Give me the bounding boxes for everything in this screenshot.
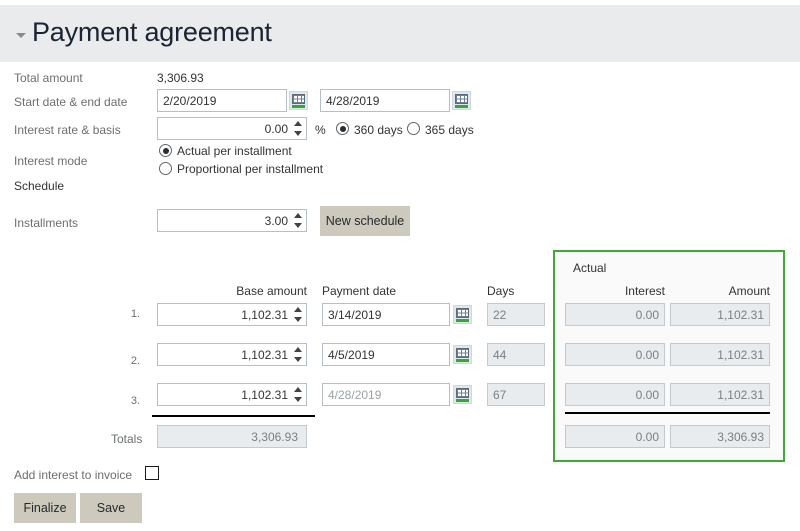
interest-rate-input[interactable] [157, 117, 307, 140]
totals-divider [152, 415, 315, 417]
days-value-3 [487, 383, 545, 406]
payment-date-calendar-icon-1[interactable] [453, 305, 472, 324]
installments-stepper[interactable] [293, 211, 304, 230]
table-row: 1. [130, 308, 140, 320]
actual-totals-interest [565, 425, 665, 448]
end-date-calendar-icon[interactable] [452, 91, 471, 110]
end-date-input[interactable] [320, 89, 450, 112]
actual-amount-3 [670, 383, 770, 406]
base-amount-stepper-3[interactable] [293, 385, 304, 404]
percent-symbol: % [315, 123, 326, 137]
caret-down-icon[interactable] [16, 33, 26, 38]
total-amount-label: Total amount [14, 71, 83, 85]
interest-rate-label: Interest rate & basis [14, 123, 121, 137]
actual-totals-divider [565, 412, 770, 414]
radio-mode-proportional[interactable] [159, 162, 172, 175]
payment-date-calendar-icon-2[interactable] [453, 345, 472, 364]
base-amount-input-1[interactable] [157, 303, 307, 326]
save-button[interactable]: Save [80, 493, 142, 523]
col-header-amount: Amount [728, 284, 770, 298]
add-interest-to-invoice-checkbox[interactable] [145, 466, 159, 480]
base-amount-input-3[interactable] [157, 383, 307, 406]
actual-amount-1 [670, 303, 770, 326]
col-header-payment-date: Payment date [322, 284, 397, 298]
actual-interest-1 [565, 303, 665, 326]
totals-value [157, 425, 307, 448]
schedule-section-label: Schedule [14, 179, 65, 193]
base-amount-stepper-1[interactable] [293, 305, 304, 324]
finalize-button[interactable]: Finalize [14, 493, 76, 523]
radio-basis-365[interactable] [407, 122, 420, 135]
start-date-calendar-icon[interactable] [289, 91, 308, 110]
payment-date-input-1[interactable] [322, 303, 450, 326]
actual-totals-amount [670, 425, 770, 448]
radio-mode-proportional-label: Proportional per installment [177, 162, 324, 176]
payment-date-input-3 [322, 383, 450, 406]
payment-date-calendar-icon-3[interactable] [453, 385, 472, 404]
interest-mode-label: Interest mode [14, 154, 88, 168]
col-header-interest: Interest [624, 284, 665, 298]
start-date-input[interactable] [157, 89, 287, 112]
col-header-base-amount: Base amount [236, 284, 307, 298]
radio-basis-360-label: 360 days [354, 123, 403, 137]
radio-mode-actual-label: Actual per installment [177, 144, 292, 158]
payment-date-input-2[interactable] [322, 343, 450, 366]
radio-basis-360[interactable] [336, 122, 349, 135]
installments-label: Installments [14, 216, 79, 230]
installments-input[interactable] [157, 209, 307, 232]
table-row: 3. [130, 395, 140, 407]
actual-group-title: Actual [573, 261, 607, 275]
actual-interest-2 [565, 343, 665, 366]
page-title: Payment agreement [32, 17, 272, 47]
actual-interest-3 [565, 383, 665, 406]
totals-label: Totals [111, 432, 143, 446]
dates-label: Start date & end date [14, 95, 128, 109]
add-interest-to-invoice-label: Add interest to invoice [14, 468, 133, 482]
radio-mode-actual[interactable] [159, 144, 172, 157]
new-schedule-button[interactable]: New schedule [320, 206, 410, 236]
radio-basis-365-label: 365 days [425, 123, 474, 137]
col-header-days: Days [487, 284, 515, 298]
base-amount-input-2[interactable] [157, 343, 307, 366]
interest-rate-stepper[interactable] [293, 119, 304, 138]
base-amount-stepper-2[interactable] [293, 345, 304, 364]
table-row: 2. [130, 355, 140, 367]
days-value-2 [487, 343, 545, 366]
total-amount-value: 3,306.93 [157, 71, 204, 85]
days-value-1 [487, 303, 545, 326]
actual-amount-2 [670, 343, 770, 366]
